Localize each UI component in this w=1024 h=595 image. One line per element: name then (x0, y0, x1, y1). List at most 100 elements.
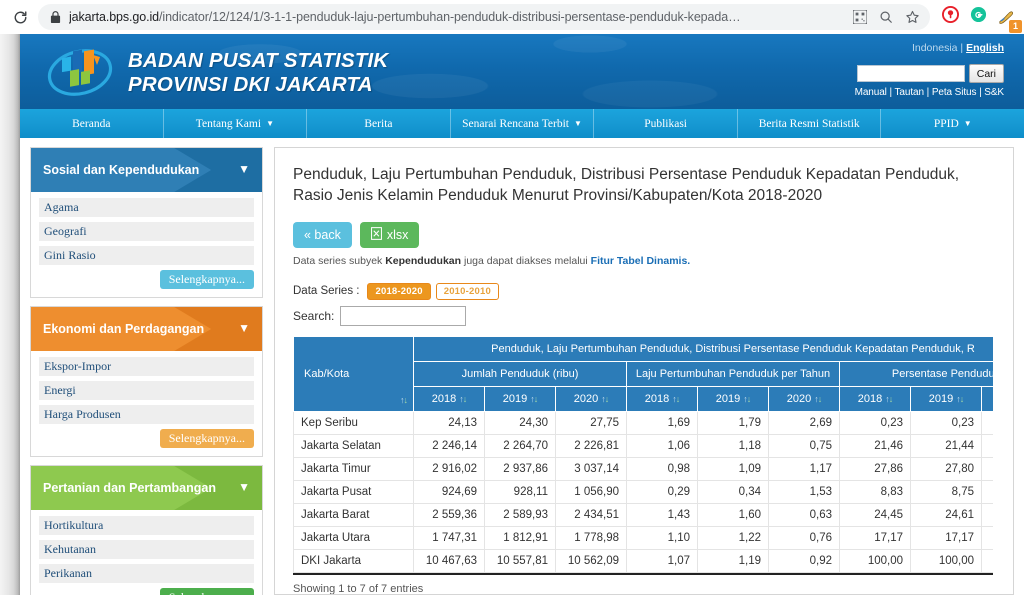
cell-value: 0,98 (626, 456, 698, 481)
nav-item-senarai-rencana-terbit[interactable]: Senarai Rencana Terbit ▼ (451, 109, 595, 138)
more-row: Selengkapnya... (39, 429, 254, 448)
panel-header-pertanian-pertambangan[interactable]: Pertanian dan Pertambangan ▼ (31, 466, 262, 510)
header-quick-links: Manual | Tautan | Peta Situs | S&K (855, 87, 1004, 98)
column-group-laju-pertumbuhan: Laju Pertumbuhan Penduduk per Tahun (626, 360, 840, 387)
xlsx-download-button[interactable]: xlsx (359, 221, 420, 248)
cell-value: 1,19 (697, 548, 769, 573)
column-header-persentase-2019[interactable]: 2019 ↑↓ (910, 385, 982, 412)
main-content-card: Penduduk, Laju Pertumbuhan Penduduk, Dis… (274, 147, 1014, 595)
column-header-laju-2020[interactable]: 2020 ↑↓ (768, 385, 840, 412)
table-row: Jakarta Barat 2 559,36 2 589,93 2 434,51… (293, 502, 993, 527)
sort-icon[interactable]: ↑↓ (672, 394, 680, 404)
lang-indonesia-link[interactable]: Indonesia (912, 42, 958, 54)
cell-value: 1,22 (697, 525, 769, 550)
table-row: Jakarta Pusat 924,69 928,11 1 056,90 0,2… (293, 479, 993, 504)
extension-icon[interactable]: 1 (998, 9, 1022, 33)
sidebar-item-kehutanan[interactable]: Kehutanan (39, 540, 254, 559)
panel-body: Ekspor-Impor Energi Harga Produsen Selen… (31, 351, 262, 456)
column-header-jumlah-2019[interactable]: 2019 ↑↓ (484, 385, 556, 412)
link-tautan[interactable]: Tautan (895, 87, 925, 98)
column-header-laju-2019[interactable]: 2019 ↑↓ (697, 385, 769, 412)
cell-value: 1,69 (626, 410, 698, 435)
fitur-tabel-dinamis-link[interactable]: Fitur Tabel Dinamis. (591, 255, 691, 267)
data-series-option-2010-2010[interactable]: 2010-2010 (435, 282, 499, 300)
data-series-option-2018-2020[interactable]: 2018-2020 (367, 282, 431, 300)
column-header-persentase-2018[interactable]: 2018 ↑↓ (839, 385, 911, 412)
cell-value: 0,34 (697, 479, 769, 504)
sort-icon[interactable]: ↑↓ (814, 394, 822, 404)
more-button-ekonomi[interactable]: Selengkapnya... (159, 429, 254, 448)
back-button[interactable]: « back (293, 221, 352, 248)
sidebar-item-gini-rasio[interactable]: Gini Rasio (39, 246, 254, 265)
qr-code-icon[interactable] (852, 9, 868, 25)
cell-value: 2 434,51 (555, 502, 627, 527)
sidebar-item-ekspor-impor[interactable]: Ekspor-Impor (39, 357, 254, 376)
header-search-button[interactable]: Cari (968, 64, 1004, 83)
nav-item-berita[interactable]: Berita (307, 109, 451, 138)
column-header-jumlah-2020[interactable]: 2020 ↑↓ (555, 385, 627, 412)
header-search-input[interactable] (856, 65, 965, 82)
content-area: Sosial dan Kependudukan ▼ Agama Geografi… (20, 138, 1024, 595)
cell-value: 1,07 (626, 548, 698, 573)
address-bar[interactable]: jakarta.bps.go.id/indicator/12/124/1/3-1… (38, 4, 930, 30)
page-viewport: BADAN PUSAT STATISTIK PROVINSI DKI JAKAR… (0, 34, 1024, 595)
sidebar-item-perikanan[interactable]: Perikanan (39, 564, 254, 583)
nav-item-berita-resmi-statistik[interactable]: Berita Resmi Statistik (738, 109, 882, 138)
reload-icon[interactable] (8, 5, 32, 29)
sort-icon[interactable]: ↑↓ (885, 394, 893, 404)
sort-icon[interactable]: ↑↓ (530, 394, 538, 404)
sidebar-item-geografi[interactable]: Geografi (39, 222, 254, 241)
table-row: Kep Seribu 24,13 24,30 27,75 1,69 1,79 2… (293, 410, 993, 435)
nav-item-tentang-kami[interactable]: Tentang Kami ▼ (164, 109, 308, 138)
panel-header-ekonomi-perdagangan[interactable]: Ekonomi dan Perdagangan ▼ (31, 307, 262, 351)
link-peta-situs[interactable]: Peta Situs (932, 87, 977, 98)
sort-icon[interactable]: ↑↓ (601, 394, 609, 404)
table-search-input[interactable] (340, 305, 467, 326)
cell-value: 10 557,81 (484, 548, 556, 573)
sidebar-item-agama[interactable]: Agama (39, 198, 254, 217)
sort-icon[interactable]: ↑↓ (743, 394, 751, 404)
nav-item-beranda[interactable]: Beranda (20, 109, 164, 138)
grammarly-icon[interactable] (970, 6, 987, 28)
sidebar-item-energi[interactable]: Energi (39, 381, 254, 400)
column-header-jumlah-2018[interactable]: 2018 ↑↓ (413, 385, 485, 412)
more-button-sosial[interactable]: Selengkapnya... (159, 270, 254, 289)
column-header-persentase-2020[interactable]: 2020↑↓ (981, 385, 993, 412)
nav-item-publikasi[interactable]: Publikasi (594, 109, 738, 138)
nav-label: Senarai Rencana Terbit (462, 117, 570, 130)
sidebar-item-hortikultura[interactable]: Hortikultura (39, 516, 254, 535)
column-header-laju-2018[interactable]: 2018 ↑↓ (626, 385, 698, 412)
sort-icon[interactable]: ↑↓ (400, 395, 408, 407)
sidebar-item-harga-produsen[interactable]: Harga Produsen (39, 405, 254, 424)
cell-value: 8,75 (910, 479, 982, 504)
cell-value: 2,69 (768, 410, 840, 435)
header-utilities: Indonesia | English Cari Manual | Tautan… (855, 42, 1004, 98)
chevron-down-icon: ▼ (238, 480, 250, 495)
site-header: BADAN PUSAT STATISTIK PROVINSI DKI JAKAR… (20, 34, 1024, 109)
sidebar-panel-pertanian-pertambangan: Pertanian dan Pertambangan ▼ Hortikultur… (30, 465, 263, 595)
cell-value: 24,61 (910, 502, 982, 527)
column-header-kab-kota[interactable]: Kab/Kota ↑↓ (293, 335, 414, 412)
more-button-pertanian[interactable]: Selengkapnya... (159, 588, 254, 595)
opera-shield-icon[interactable] (942, 6, 959, 28)
page-scrollbar[interactable] (0, 34, 20, 595)
lang-english-link[interactable]: English (966, 42, 1004, 54)
lang-separator: | (960, 42, 964, 54)
link-manual[interactable]: Manual (855, 87, 887, 98)
omnibox-icons (852, 9, 924, 25)
search-icon[interactable] (878, 9, 894, 25)
sort-icon[interactable]: ↑↓ (459, 394, 467, 404)
cell-value: 21,08 (981, 433, 993, 458)
more-row: Selengkapnya... (39, 270, 254, 289)
nav-item-ppid[interactable]: PPID ▼ (881, 109, 1024, 138)
cell-value: 10,01 (981, 479, 993, 504)
table-row: Jakarta Selatan 2 246,14 2 264,70 2 226,… (293, 433, 993, 458)
table-search-label: Search: (293, 308, 335, 323)
cell-value: 2 937,86 (484, 456, 556, 481)
panel-header-sosial-kependudukan[interactable]: Sosial dan Kependudukan ▼ (31, 148, 262, 192)
kab-kota-label: Kab/Kota (304, 367, 350, 380)
sort-icon[interactable]: ↑↓ (956, 394, 964, 404)
cell-value: 1,06 (626, 433, 698, 458)
bookmark-star-icon[interactable] (904, 9, 920, 25)
link-snk[interactable]: S&K (984, 87, 1004, 98)
